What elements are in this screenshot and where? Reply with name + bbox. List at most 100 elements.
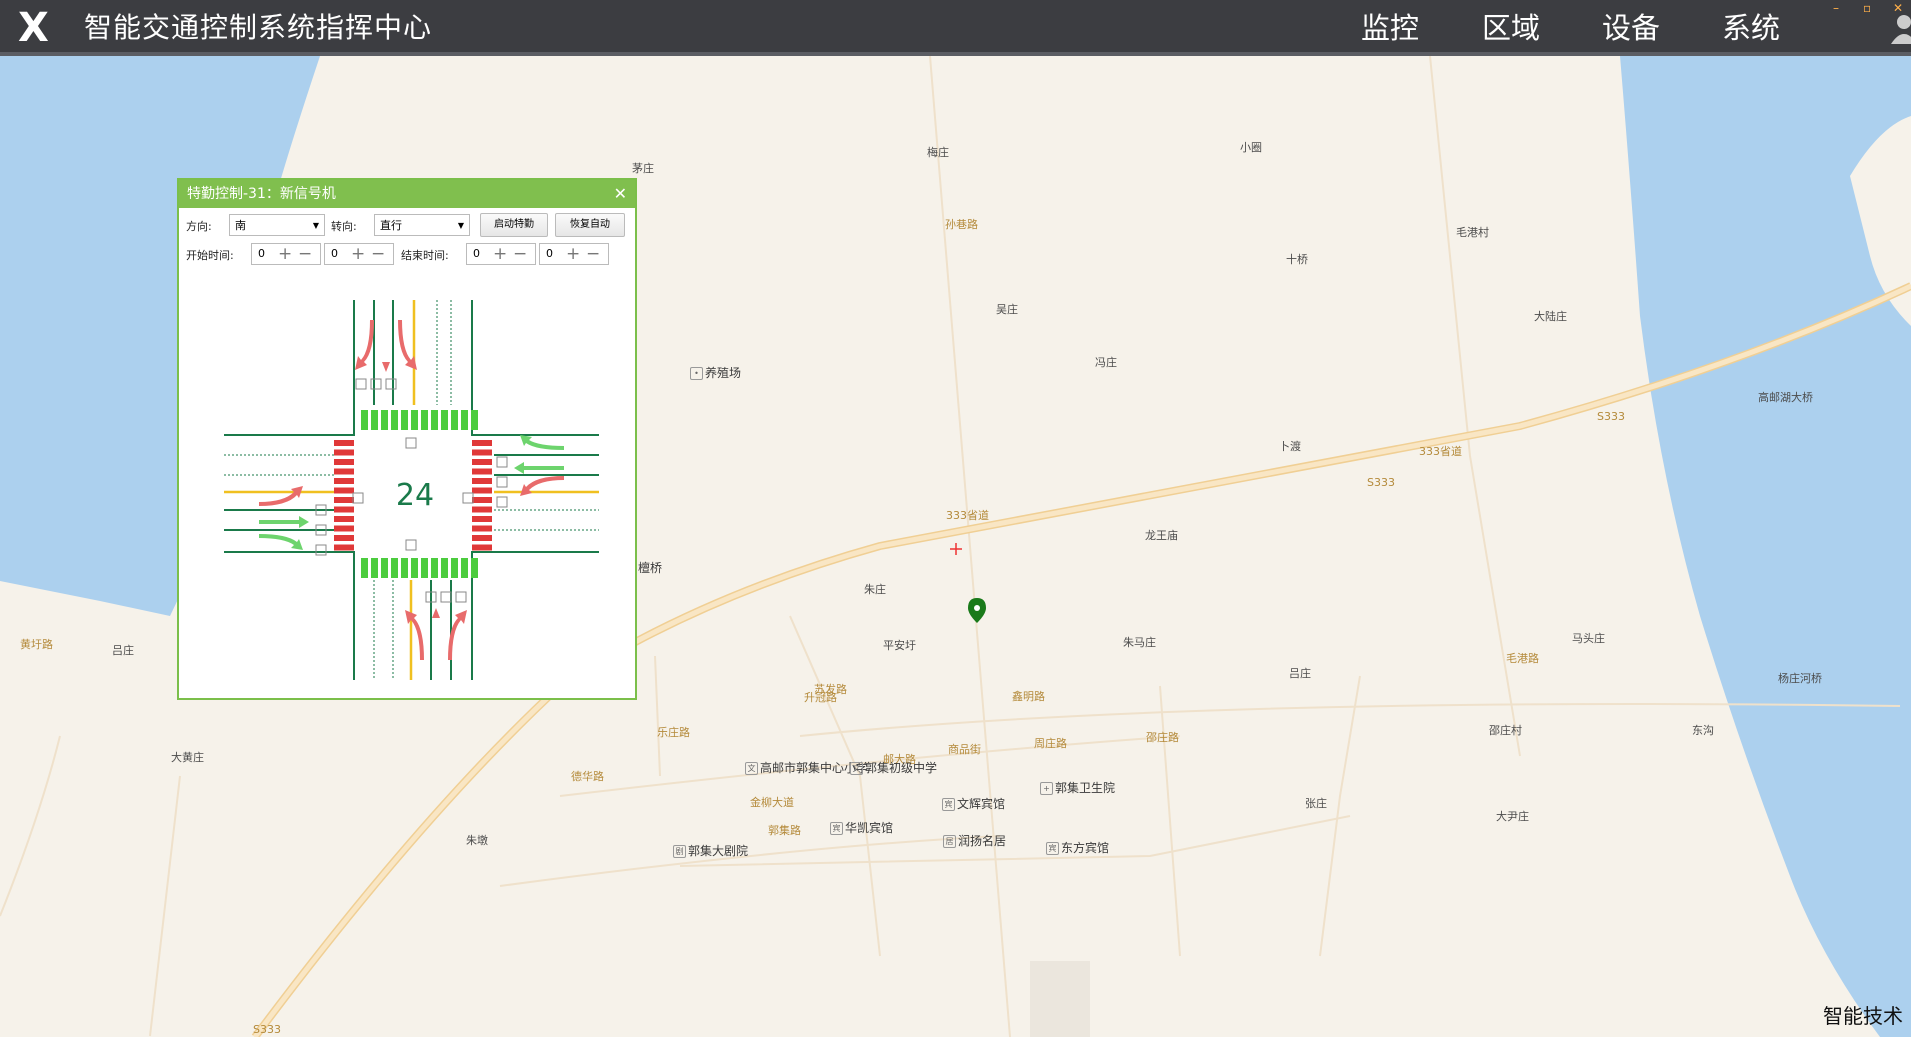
crosswalk-stripe-east bbox=[472, 459, 492, 465]
end-hour-stepper[interactable]: 0 + − bbox=[466, 243, 536, 265]
place-label: 吴庄 bbox=[996, 303, 1018, 316]
poi-label[interactable]: 宾文辉宾馆 bbox=[942, 795, 1005, 812]
user-icon[interactable] bbox=[1889, 14, 1911, 44]
crosswalk-stripe-south bbox=[471, 558, 478, 578]
minimize-button[interactable]: – bbox=[1833, 2, 1839, 14]
crosswalk-stripe-south bbox=[451, 558, 458, 578]
close-panel-button[interactable]: ✕ bbox=[614, 180, 627, 208]
crosswalk-stripe-north bbox=[421, 410, 428, 430]
road-label: 鑫明路 bbox=[1012, 690, 1045, 703]
poi-label[interactable]: • 养殖场 bbox=[690, 364, 741, 381]
place-label: 邵庄村 bbox=[1489, 724, 1522, 737]
turn-label: 转向: bbox=[331, 220, 357, 233]
crosswalk-stripe-south bbox=[461, 558, 468, 578]
poi-label[interactable]: 宾华凯宾馆 bbox=[830, 819, 893, 836]
place-label: 朱墩 bbox=[466, 834, 488, 847]
special-duty-control-panel: 特勤控制-31：新信号机 ✕ 方向: 南 ▼ 转向: 直行 ▼ 启动特勤 恢复自动 … bbox=[177, 178, 637, 700]
crosswalk-stripe-north bbox=[441, 410, 448, 430]
crosswalk-stripe-south bbox=[381, 558, 388, 578]
road-label: 周庄路 bbox=[1034, 737, 1067, 750]
place-label: 朱马庄 bbox=[1123, 636, 1156, 649]
restore-button[interactable]: ▫ bbox=[1863, 2, 1871, 14]
crosswalk-stripe-south bbox=[431, 558, 438, 578]
road-label: 333省道 bbox=[946, 509, 989, 522]
crosswalk-stripe-north bbox=[401, 410, 408, 430]
direction-label: 方向: bbox=[186, 220, 212, 233]
place-label: 吕庄 bbox=[1289, 667, 1311, 680]
nav-system[interactable]: 系统 bbox=[1722, 8, 1780, 48]
crosswalk-stripe-south bbox=[421, 558, 428, 578]
road-label: 黄圩路 bbox=[20, 638, 53, 651]
crosswalk-stripe-west bbox=[334, 516, 354, 522]
place-label: 毛港村 bbox=[1456, 226, 1489, 239]
crosswalk-stripe-west bbox=[334, 468, 354, 475]
plus-icon[interactable]: + bbox=[278, 244, 292, 264]
nav-region[interactable]: 区域 bbox=[1482, 8, 1540, 48]
crosswalk-stripe-north bbox=[361, 410, 368, 430]
start-minute-stepper[interactable]: 0 + − bbox=[324, 243, 394, 265]
signal-location-pin[interactable] bbox=[968, 598, 986, 623]
direction-value: 南 bbox=[235, 219, 246, 232]
minus-icon[interactable]: − bbox=[298, 244, 312, 264]
end-time-label: 结束时间: bbox=[401, 249, 449, 262]
turn-select[interactable]: 直行 ▼ bbox=[374, 214, 470, 236]
crosswalk-stripe-west bbox=[334, 544, 354, 551]
place-label: 杨庄河桥 bbox=[1778, 672, 1822, 685]
restore-auto-button[interactable]: 恢复自动 bbox=[555, 213, 625, 237]
crosswalk-stripe-north bbox=[461, 410, 468, 430]
crosswalk-stripe-north bbox=[391, 410, 398, 430]
place-label: 马头庄 bbox=[1572, 632, 1605, 645]
poi-icon: 剧 bbox=[673, 845, 686, 858]
crosswalk-stripe-north bbox=[371, 410, 378, 430]
road-label: 毛港路 bbox=[1506, 652, 1539, 665]
start-hour-stepper[interactable]: 0 + − bbox=[251, 243, 321, 265]
end-hour-value: 0 bbox=[473, 247, 480, 260]
close-window-button[interactable]: ✕ bbox=[1893, 2, 1903, 14]
nav-monitor[interactable]: 监控 bbox=[1361, 8, 1419, 48]
poi-label[interactable]: + 郭集卫生院 bbox=[1040, 779, 1115, 796]
crosswalk-stripe-west bbox=[334, 506, 354, 513]
end-minute-value: 0 bbox=[546, 247, 553, 260]
direction-select[interactable]: 南 ▼ bbox=[229, 214, 325, 236]
crosswalk-stripe-north bbox=[451, 410, 458, 430]
chevron-down-icon: ▼ bbox=[312, 221, 319, 230]
plus-icon[interactable]: + bbox=[351, 244, 365, 264]
crosswalk-stripe-south bbox=[441, 558, 448, 578]
poi-label[interactable]: 檀桥 bbox=[638, 559, 662, 576]
nav-device[interactable]: 设备 bbox=[1602, 8, 1660, 48]
road-label: 郭集路 bbox=[768, 824, 801, 837]
crosswalk-stripe-east bbox=[472, 516, 492, 522]
title-bar: X 智能交通控制系统指挥中心 监控 区域 设备 系统 – ▫ ✕ bbox=[0, 0, 1911, 56]
road-label: S333 bbox=[1597, 410, 1625, 423]
place-label: 小圈 bbox=[1240, 141, 1262, 154]
minus-icon[interactable]: − bbox=[513, 244, 527, 264]
place-label: 梅庄 bbox=[927, 146, 949, 159]
crosswalk-stripe-north bbox=[471, 410, 478, 430]
plus-icon[interactable]: + bbox=[493, 244, 507, 264]
road-label: 德华路 bbox=[571, 770, 604, 783]
crosswalk-stripe-west bbox=[334, 535, 354, 541]
start-hour-value: 0 bbox=[258, 247, 265, 260]
place-label: 朱庄 bbox=[864, 583, 886, 596]
minus-icon[interactable]: − bbox=[371, 244, 385, 264]
crosswalk-stripe-west bbox=[334, 497, 354, 503]
road-label: 邵庄路 bbox=[1146, 731, 1179, 744]
crosswalk-stripe-east bbox=[472, 544, 492, 551]
panel-header: 特勤控制-31：新信号机 ✕ bbox=[179, 180, 635, 208]
poi-label[interactable]: 居润扬名居 bbox=[943, 832, 1006, 849]
end-minute-stepper[interactable]: 0 + − bbox=[539, 243, 609, 265]
minus-icon[interactable]: − bbox=[586, 244, 600, 264]
crosswalk-stripe-east bbox=[472, 497, 492, 503]
poi-label[interactable]: 宾东方宾馆 bbox=[1046, 839, 1109, 856]
poi-label[interactable]: 剧郭集大剧院 bbox=[673, 842, 748, 859]
road-label: S333 bbox=[253, 1023, 281, 1036]
crosswalk-stripe-west bbox=[334, 459, 354, 465]
crosswalk-stripe-west bbox=[334, 487, 354, 494]
start-special-duty-button[interactable]: 启动特勤 bbox=[480, 213, 548, 237]
app-logo: X bbox=[18, 5, 49, 51]
plus-icon[interactable]: + bbox=[566, 244, 580, 264]
crosswalk-stripe-west bbox=[334, 478, 354, 484]
place-label: 冯庄 bbox=[1095, 356, 1117, 369]
poi-label[interactable]: 文郭集初级中学 bbox=[850, 759, 937, 776]
countdown-timer: 24 bbox=[396, 478, 434, 513]
